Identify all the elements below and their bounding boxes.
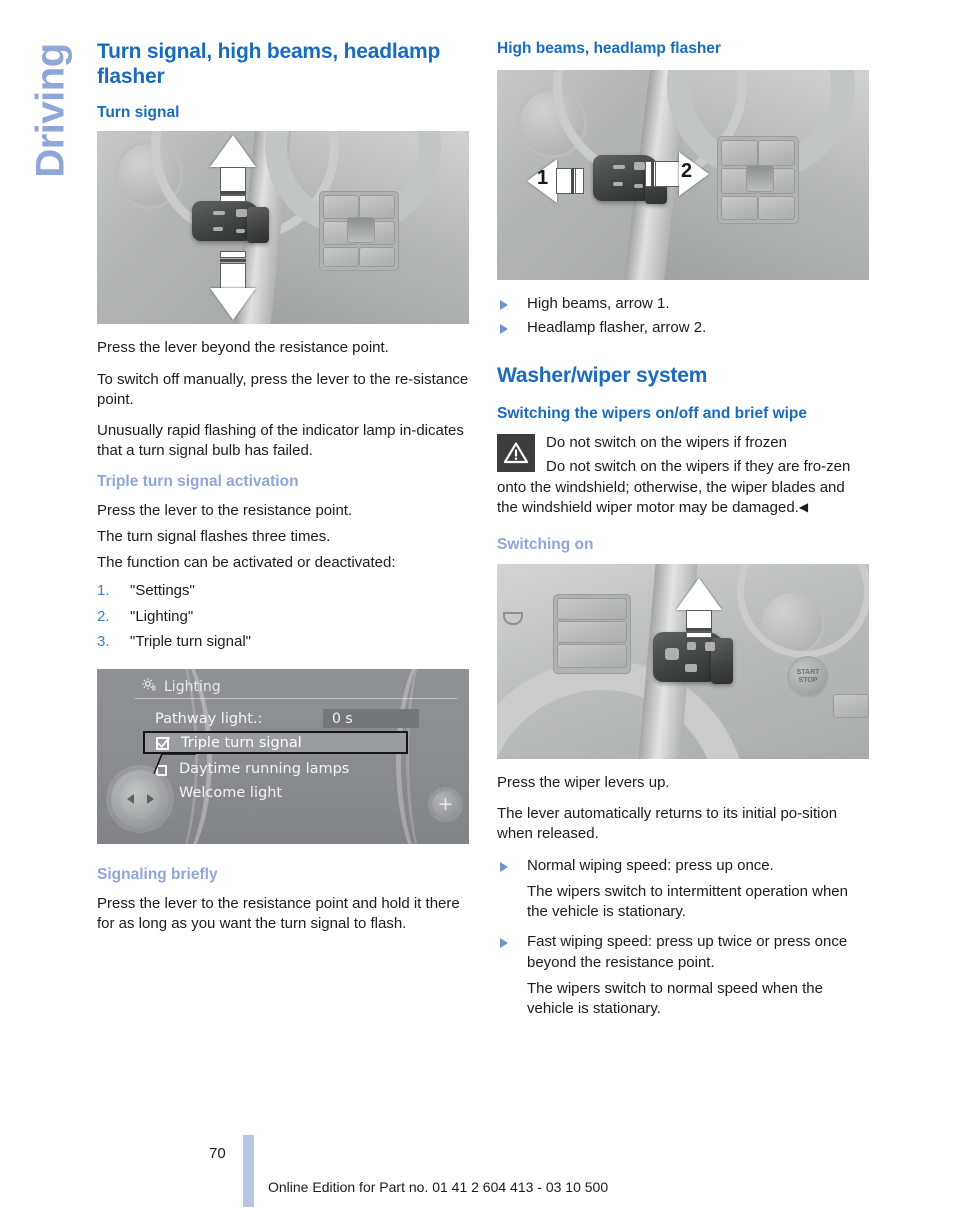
- step-label: "Triple turn signal": [130, 632, 251, 650]
- start-stop-button-icon[interactable]: START STOP: [787, 655, 829, 698]
- arrow-label-2: 2: [681, 159, 693, 182]
- paragraph-signaling-briefly: Press the lever to the resistance point …: [97, 895, 460, 933]
- idrive-rows: Pathway light.: 0 s: [155, 707, 447, 731]
- warning-block: Do not switch on the wipers if frozen Do…: [497, 433, 869, 518]
- footer-edition-text: Online Edition for Part no. 01 41 2 604 …: [268, 1179, 609, 1195]
- warning-title: Do not switch on the wipers if frozen: [546, 434, 787, 452]
- step-number: 2.: [97, 607, 110, 625]
- step-number: 1.: [97, 582, 110, 600]
- heading-turn-signal: Turn signal: [97, 103, 180, 121]
- step-number: 3.: [97, 632, 110, 650]
- paragraph-rapid-flashing: Unusually rapid flashing of the indicato…: [97, 422, 464, 460]
- list-item: Headlamp flasher, arrow 2.: [497, 318, 869, 338]
- bullet-continuation-text: The wipers switch to intermittent operat…: [527, 882, 848, 921]
- triangle-bullet-icon: [500, 938, 508, 949]
- paragraph-lever-returns: The lever automatically returns to its i…: [497, 805, 838, 843]
- bullet-text: Headlamp flasher, arrow 2.: [527, 319, 707, 337]
- thumb-wheel-icon: [347, 217, 375, 244]
- idrive-row-pathway-light[interactable]: Pathway light.: 0 s: [155, 707, 447, 731]
- step-label: "Settings": [130, 582, 195, 600]
- idrive-menu-title: Lighting: [164, 678, 221, 695]
- warning-body: Do not switch on the wipers if they are …: [497, 458, 851, 516]
- heading-triple-turn-signal: Triple turn signal activation: [97, 472, 299, 490]
- paragraph-function-activated: The function can be activated or deactiv…: [97, 554, 396, 572]
- list-item: High beams, arrow 1.: [497, 294, 869, 314]
- warning-triangle-icon: [497, 434, 535, 473]
- photo-high-beam-lever: 1 2: [497, 69, 869, 280]
- bullet-text: Normal wiping speed: press up once.: [527, 856, 774, 874]
- arrow-up-icon: [210, 135, 256, 168]
- photo-turn-signal-lever: [97, 131, 469, 325]
- paragraph-press-lever-resistance: Press the lever to the resistance point.: [97, 501, 353, 519]
- idrive-row-label: Pathway light.:: [155, 711, 263, 728]
- chapter-tab-driving: Driving: [28, 43, 73, 178]
- page-title: Turn signal, high beams, headlamp flashe…: [97, 40, 441, 88]
- heading-high-beams: High beams, headlamp flasher: [497, 40, 721, 57]
- idrive-row-label: Daytime running lamps: [179, 761, 350, 778]
- footer-accent-bar: [243, 1135, 254, 1207]
- step-label: "Lighting": [130, 607, 194, 625]
- bullet-text: Fast wiping speed: press up twice or pre…: [527, 933, 848, 971]
- triangle-bullet-icon: [500, 861, 508, 872]
- idrive-header: Lighting: [140, 676, 221, 697]
- list-item: 1. "Settings": [97, 579, 469, 602]
- heading-switching-on: Switching on: [497, 536, 594, 554]
- triangle-bullet-icon: [500, 299, 508, 310]
- warning-end-marker: ◀: [798, 499, 808, 514]
- arrow-label-1: 1: [537, 166, 549, 189]
- list-item-continuation: The wipers switch to intermittent operat…: [497, 882, 869, 923]
- list-item: Normal wiping speed: press up once.: [497, 856, 869, 876]
- heading-switching-wipers: Switching the wipers on/off and brief wi…: [497, 405, 808, 423]
- idrive-row-triple-turn-signal-selected[interactable]: Triple turn signal: [143, 731, 408, 755]
- controller-left-right-icon[interactable]: [111, 770, 169, 829]
- list-item: 2. "Lighting": [97, 605, 469, 628]
- idrive-lighting-menu-screenshot: Lighting Pathway light.: 0 s Triple turn…: [97, 669, 469, 845]
- idrive-row-value[interactable]: 0 s: [323, 709, 419, 729]
- bullet-text: High beams, arrow 1.: [527, 294, 670, 312]
- left-column: Turn signal, high beams, headlamp flashe…: [97, 40, 469, 946]
- paragraph-switch-off-manually: To switch off manually, press the lever …: [97, 370, 469, 408]
- paragraph-press-lever-beyond: Press the lever beyond the resistance po…: [97, 339, 389, 357]
- thumb-wheel-icon: [746, 164, 774, 192]
- paragraph-press-wiper-levers: Press the wiper levers up.: [497, 773, 670, 791]
- list-item: 3. "Triple turn signal": [97, 630, 469, 653]
- photo-wiper-lever: START STOP: [497, 563, 869, 759]
- gear-icon: [140, 676, 157, 697]
- plus-icon[interactable]: +: [432, 791, 459, 819]
- page-number: 70: [209, 1145, 226, 1162]
- page-footer: 70 Online Edition for Part no. 01 41 2 6…: [0, 1135, 954, 1215]
- dashboard-illustration: [97, 131, 469, 325]
- paragraph-flashes-three-times: The turn signal flashes three times.: [97, 527, 331, 545]
- bullet-list-wiper-speeds: Normal wiping speed: press up once. The …: [497, 856, 869, 1020]
- divider: [135, 698, 457, 700]
- list-item-continuation: The wipers switch to normal speed when t…: [497, 979, 869, 1020]
- right-column: High beams, headlamp flasher 1 2 High be…: [497, 40, 869, 1030]
- bullet-continuation-text: The wipers switch to normal speed when t…: [527, 979, 823, 1018]
- manual-page: Driving Turn signal, high beams, headlam…: [0, 0, 954, 1215]
- section-title-washer-wiper: Washer/wiper system: [497, 364, 708, 388]
- checkbox-checked-icon[interactable]: [156, 737, 169, 751]
- bullet-list-high-beams: High beams, arrow 1. Headlamp flasher, a…: [497, 294, 869, 339]
- idrive-row-label: Triple turn signal: [181, 735, 302, 752]
- arrow-up-icon: [676, 577, 722, 610]
- steps-list: 1. "Settings" 2. "Lighting" 3. "Triple t…: [97, 579, 469, 653]
- arrow-down-icon: [210, 288, 256, 321]
- list-item: Fast wiping speed: press up twice or pre…: [497, 932, 869, 973]
- triangle-bullet-icon: [500, 324, 508, 335]
- heading-signaling-briefly: Signaling briefly: [97, 866, 218, 884]
